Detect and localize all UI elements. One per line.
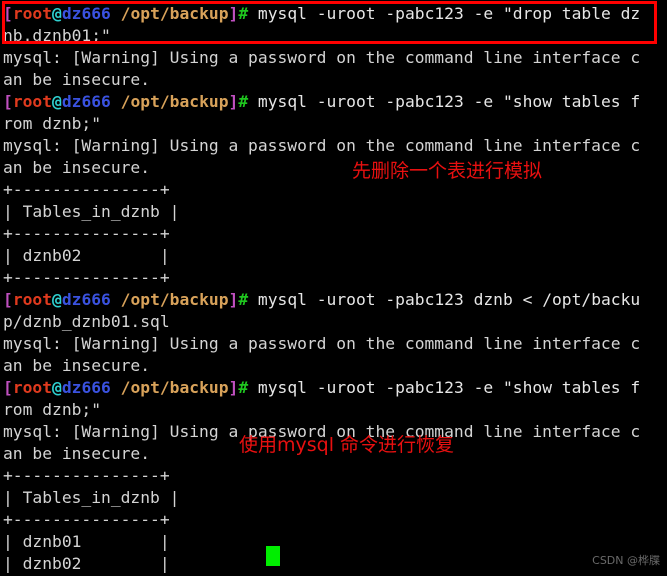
terminal-output-text: rom dznb;" — [3, 114, 102, 133]
terminal-cursor — [266, 546, 280, 566]
terminal-output-line: | Tables_in_dznb | — [3, 487, 664, 509]
terminal-output-text: +---------------+ — [3, 180, 170, 199]
terminal-output-text: | dznb01 | — [3, 532, 170, 551]
prompt-open-bracket: [ — [3, 378, 13, 397]
terminal-output-line: | dznb01 | — [3, 531, 664, 553]
terminal-output-line: +---------------+ — [3, 179, 664, 201]
terminal-output-line: p/dznb_dznb01.sql — [3, 311, 664, 333]
terminal-output-line: +---------------+ — [3, 267, 664, 289]
terminal-command-text: mysql -uroot -pabc123 dznb < /opt/backu — [248, 290, 641, 309]
annotation-restore-command: 使用mysql 命令进行恢复 — [239, 434, 455, 456]
terminal-output-line: an be insecure. — [3, 157, 664, 179]
prompt-open-bracket: [ — [3, 4, 13, 23]
terminal-output-text: mysql: [Warning] Using a password on the… — [3, 136, 641, 155]
prompt-user: root — [12, 290, 53, 309]
terminal-output-text: +---------------+ — [3, 466, 170, 485]
terminal-output-text: an be insecure. — [3, 158, 151, 177]
prompt-path: /opt/backup — [120, 290, 229, 309]
prompt-host: dz666 — [61, 290, 111, 309]
terminal-window[interactable]: [root@dz666 /opt/backup]# mysql -uroot -… — [0, 0, 667, 576]
terminal-output-text: rom dznb;" — [3, 400, 102, 419]
prompt-user: root — [12, 378, 53, 397]
terminal-output-line: nb.dznb01;" — [3, 25, 664, 47]
terminal-output-line: an be insecure. — [3, 355, 664, 377]
terminal-output-text: +---------------+ — [3, 268, 170, 287]
terminal-output-text: +---------------+ — [3, 224, 170, 243]
terminal-output-line: an be insecure. — [3, 69, 664, 91]
prompt-at: @ — [52, 378, 62, 397]
terminal-prompt-line: [root@dz666 /opt/backup]# mysql -uroot -… — [3, 377, 664, 399]
annotation-delete-table: 先删除一个表进行模拟 — [352, 160, 543, 182]
prompt-at: @ — [52, 92, 62, 111]
terminal-output-text: nb.dznb01;" — [3, 26, 111, 45]
prompt-user: root — [12, 92, 53, 111]
terminal-output-line: +---------------+ — [3, 509, 664, 531]
prompt-at: @ — [52, 290, 62, 309]
terminal-command-text: mysql -uroot -pabc123 -e "show tables f — [248, 92, 641, 111]
terminal-output-text: mysql: [Warning] Using a password on the… — [3, 48, 641, 67]
terminal-output-line: mysql: [Warning] Using a password on the… — [3, 135, 664, 157]
terminal-output-text: | Tables_in_dznb | — [3, 488, 180, 507]
prompt-hash: # — [238, 378, 249, 397]
terminal-output-text: p/dznb_dznb01.sql — [3, 312, 170, 331]
prompt-path: /opt/backup — [120, 92, 229, 111]
terminal-prompt-line: [root@dz666 /opt/backup]# mysql -uroot -… — [3, 289, 664, 311]
prompt-hash: # — [238, 290, 249, 309]
terminal-output-text: mysql: [Warning] Using a password on the… — [3, 334, 641, 353]
terminal-screen: [root@dz666 /opt/backup]# mysql -uroot -… — [3, 3, 664, 576]
terminal-output-line: +---------------+ — [3, 465, 664, 487]
terminal-output-text: | dznb02 | — [3, 554, 170, 573]
prompt-close-bracket: ] — [228, 92, 239, 111]
terminal-output-text: an be insecure. — [3, 356, 151, 375]
prompt-path: /opt/backup — [120, 4, 229, 23]
terminal-prompt-line: [root@dz666 /opt/backup]# mysql -uroot -… — [3, 3, 664, 25]
prompt-open-bracket: [ — [3, 92, 13, 111]
prompt-close-bracket: ] — [228, 4, 239, 23]
terminal-output-line: | dznb02 | — [3, 553, 664, 575]
prompt-close-bracket: ] — [228, 290, 239, 309]
terminal-command-text: mysql -uroot -pabc123 -e "drop table dz — [248, 4, 641, 23]
terminal-output-line: | dznb02 | — [3, 245, 664, 267]
prompt-hash: # — [238, 4, 249, 23]
prompt-path: /opt/backup — [120, 378, 229, 397]
terminal-output-line: +---------------+ — [3, 223, 664, 245]
terminal-output-line: | Tables_in_dznb | — [3, 201, 664, 223]
terminal-output-line: rom dznb;" — [3, 113, 664, 135]
terminal-output-line: rom dznb;" — [3, 399, 664, 421]
prompt-at: @ — [52, 4, 62, 23]
terminal-output-text: +---------------+ — [3, 510, 170, 529]
watermark: CSDN @桦牒 — [592, 554, 660, 567]
prompt-host: dz666 — [61, 92, 111, 111]
terminal-output-text: | dznb02 | — [3, 246, 170, 265]
prompt-host: dz666 — [61, 4, 111, 23]
prompt-open-bracket: [ — [3, 290, 13, 309]
prompt-hash: # — [238, 92, 249, 111]
prompt-host: dz666 — [61, 378, 111, 397]
terminal-output-line: mysql: [Warning] Using a password on the… — [3, 333, 664, 355]
prompt-user: root — [12, 4, 53, 23]
terminal-prompt-line: [root@dz666 /opt/backup]# mysql -uroot -… — [3, 91, 664, 113]
terminal-output-text: an be insecure. — [3, 444, 151, 463]
terminal-output-text: | Tables_in_dznb | — [3, 202, 180, 221]
prompt-close-bracket: ] — [228, 378, 239, 397]
terminal-output-line: mysql: [Warning] Using a password on the… — [3, 47, 664, 69]
terminal-command-text: mysql -uroot -pabc123 -e "show tables f — [248, 378, 641, 397]
terminal-output-text: an be insecure. — [3, 70, 151, 89]
